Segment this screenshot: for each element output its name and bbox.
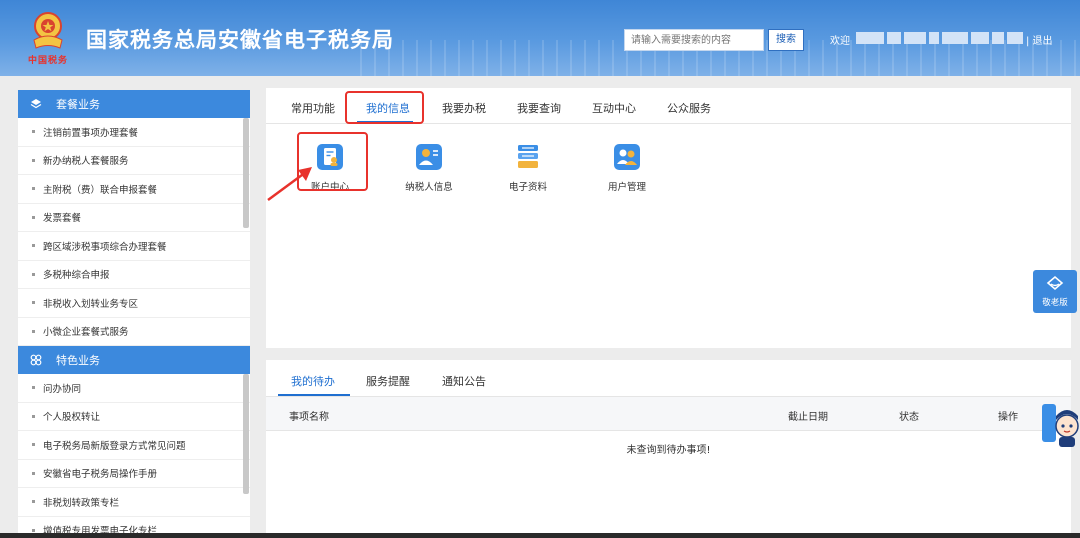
sidebar-item[interactable]: 非税划转政策专栏 <box>18 488 250 517</box>
tab-my-todo[interactable]: 我的待办 <box>291 373 335 389</box>
bullet-icon <box>32 329 35 333</box>
sidebar-item[interactable]: 注销前置事项办理套餐 <box>18 118 250 147</box>
sidebar-item-label: 多税种综合申报 <box>43 270 110 282</box>
elder-mode-button[interactable]: 敬老版 <box>1033 270 1077 313</box>
sidebar-item[interactable]: 安徽省电子税务局操作手册 <box>18 460 250 488</box>
sidebar-section-title: 特色业务 <box>56 354 100 367</box>
tab-common-functions[interactable]: 常用功能 <box>291 100 335 116</box>
tab-notice[interactable]: 通知公告 <box>442 373 486 389</box>
sidebar-section-special[interactable]: 特色业务 <box>18 346 250 374</box>
sidebar-section-package[interactable]: 套餐业务 <box>18 90 250 118</box>
electronic-docs-icon <box>518 145 538 168</box>
sidebar-item-label: 跨区域涉税事项综合办理套餐 <box>43 241 167 253</box>
sidebar-item[interactable]: 小微企业套餐式服务 <box>18 318 250 346</box>
elder-mode-label: 敬老版 <box>1042 298 1068 308</box>
user-management-button[interactable]: 用户管理 <box>591 142 663 193</box>
column-header-actions: 操作 <box>998 412 1018 423</box>
todo-table-header: 事项名称 截止日期 状态 操作 <box>266 396 1071 431</box>
function-label: 电子资料 <box>508 182 547 193</box>
bullet-icon <box>32 158 35 162</box>
sidebar: 套餐业务 注销前置事项办理套餐 新办纳税人套餐服务 主附税（费）联合申报套餐 发… <box>18 90 250 538</box>
header-bar: 中国税务 国家税务总局安徽省电子税务局 搜索 欢迎 | 退出 <box>0 0 1080 76</box>
bullet-icon <box>32 130 35 134</box>
tab-highlight-box <box>345 91 424 124</box>
active-todo-tab-indicator <box>278 394 350 396</box>
column-header-status: 状态 <box>899 412 919 423</box>
bullet-icon <box>32 272 35 276</box>
user-management-icon <box>614 144 640 170</box>
sidebar-item-label: 问办协同 <box>43 383 82 395</box>
layers-icon <box>30 99 42 109</box>
sidebar-item-label: 个人股权转让 <box>43 412 101 424</box>
mascot-assistant-icon[interactable] <box>1040 400 1080 450</box>
sidebar-section-title: 套餐业务 <box>56 98 100 111</box>
bullet-icon <box>32 414 35 418</box>
sidebar-item-label: 发票套餐 <box>43 213 82 225</box>
search-input[interactable] <box>624 29 764 51</box>
empty-state-text: 未查询到待办事项! <box>626 445 711 456</box>
elder-mode-icon <box>1046 275 1064 291</box>
emblem-subtitle: 中国税务 <box>28 56 69 66</box>
sidebar-scrollbar[interactable] <box>243 374 249 494</box>
sidebar-item[interactable]: 主附税（费）联合申报套餐 <box>18 175 250 204</box>
tab-query[interactable]: 我要查询 <box>517 100 561 116</box>
sidebar-item[interactable]: 多税种综合申报 <box>18 261 250 289</box>
site-title: 国家税务总局安徽省电子税务局 <box>86 28 394 52</box>
bullet-icon <box>32 528 35 532</box>
sidebar-item[interactable]: 新办纳税人套餐服务 <box>18 147 250 175</box>
bullet-icon <box>32 187 35 191</box>
welcome-text: 欢迎 <box>830 36 850 47</box>
function-label: 用户管理 <box>607 182 646 193</box>
sidebar-scrollbar[interactable] <box>243 118 249 228</box>
masked-username <box>856 32 1023 44</box>
bullet-icon <box>32 443 35 447</box>
bullet-icon <box>32 301 35 305</box>
logout-link[interactable]: | 退出 <box>1026 32 1053 47</box>
taxpayer-info-button[interactable]: 纳税人信息 <box>393 142 465 193</box>
search-button[interactable]: 搜索 <box>768 29 804 51</box>
sidebar-item[interactable]: 问办协同 <box>18 374 250 403</box>
bullet-icon <box>32 500 35 504</box>
function-panel: 常用功能 我的信息 我要办税 我要查询 互动中心 公众服务 账户中心 纳税人信息 <box>266 88 1071 348</box>
bottom-edge <box>0 533 1080 538</box>
taxpayer-info-icon <box>416 144 442 170</box>
column-header-item: 事项名称 <box>289 412 329 423</box>
bullet-icon <box>32 244 35 248</box>
tax-emblem-icon <box>33 12 63 49</box>
sidebar-item[interactable]: 个人股权转让 <box>18 403 250 431</box>
sidebar-item-label: 电子税务局新版登录方式常见问题 <box>43 440 186 452</box>
sidebar-item-label: 注销前置事项办理套餐 <box>43 127 139 139</box>
sidebar-item[interactable]: 非税收入划转业务专区 <box>18 289 250 318</box>
sidebar-item-label: 主附税（费）联合申报套餐 <box>43 184 158 196</box>
tab-service-reminder[interactable]: 服务提醒 <box>366 373 410 389</box>
tab-interaction-center[interactable]: 互动中心 <box>592 100 636 116</box>
bullet-icon <box>32 386 35 390</box>
column-header-deadline: 截止日期 <box>788 412 828 423</box>
bullet-icon <box>32 471 35 475</box>
sidebar-item[interactable]: 发票套餐 <box>18 204 250 232</box>
sidebar-item-label: 非税收入划转业务专区 <box>43 298 139 310</box>
tab-tax-handling[interactable]: 我要办税 <box>442 100 486 116</box>
sidebar-item[interactable]: 电子税务局新版登录方式常见问题 <box>18 431 250 460</box>
sidebar-item-label: 非税划转政策专栏 <box>43 497 120 509</box>
electronic-docs-button[interactable]: 电子资料 <box>492 142 564 193</box>
function-label: 纳税人信息 <box>405 182 453 193</box>
pointer-arrow-icon <box>267 167 312 202</box>
clover-icon <box>30 354 42 366</box>
sidebar-item-label: 小微企业套餐式服务 <box>43 327 129 339</box>
sidebar-item[interactable]: 跨区域涉税事项综合办理套餐 <box>18 232 250 261</box>
sidebar-item-label: 安徽省电子税务局操作手册 <box>43 469 158 481</box>
tab-public-service[interactable]: 公众服务 <box>667 100 711 116</box>
bullet-icon <box>32 215 35 219</box>
todo-panel: 我的待办 服务提醒 通知公告 事项名称 截止日期 状态 操作 未查询到待办事项! <box>266 360 1071 538</box>
sidebar-item-label: 新办纳税人套餐服务 <box>43 156 129 168</box>
